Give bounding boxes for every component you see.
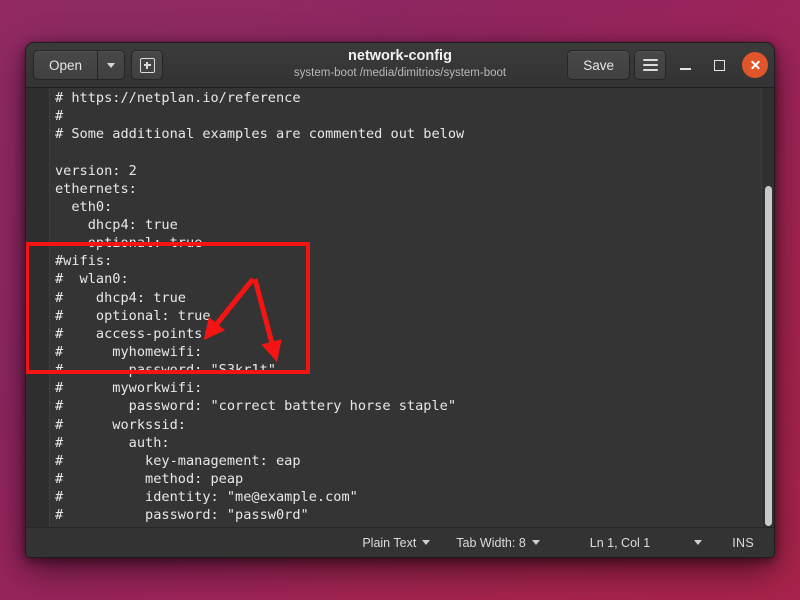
code-line: 10version: 2 [50,162,774,180]
chevron-down-icon [694,540,702,545]
code-line-text: # dhcp4: true [55,289,186,307]
code-line: 8# Some additional examples are commente… [50,125,774,143]
code-line-text: version: 2 [55,162,137,180]
code-line-text: # key-management: eap [55,452,301,470]
code-line-text: eth0: [55,198,112,216]
language-label: Plain Text [362,536,416,550]
close-icon [750,60,761,71]
code-line: 24# workssid: [50,416,774,434]
window-header-bar: Open network-config system-boot /media/d… [26,43,774,88]
vertical-scrollbar[interactable] [761,88,774,527]
tab-width-selector[interactable]: Tab Width: 8 [456,536,539,550]
insert-mode-label: INS [732,536,754,550]
code-line-text: # auth: [55,434,170,452]
code-line-text: # access-points: [55,325,211,343]
code-line-text: # method: peap [55,470,243,488]
code-line-text: #wifis: [55,252,112,270]
code-line: 7# [50,107,774,125]
cursor-position-indicator[interactable]: Ln 1, Col 1 [590,536,650,550]
cursor-position-label: Ln 1, Col 1 [590,536,650,550]
insert-mode-indicator[interactable]: INS [732,536,754,550]
status-bar: Plain Text Tab Width: 8 Ln 1, Col 1 INS [26,527,774,557]
code-line: 13 dhcp4: true [50,216,774,234]
line-number-gutter [26,88,50,527]
code-line-text: dhcp4: true [55,216,178,234]
code-line-text: optional: true [55,234,202,252]
code-line: 26# key-management: eap [50,452,774,470]
desktop-background: Open network-config system-boot /media/d… [0,0,800,600]
window-subtitle: system-boot /media/dimitrios/system-boot [294,66,506,81]
hamburger-menu-icon [643,59,658,70]
code-line-text: # password: "S3kr1t" [55,361,276,379]
code-line: 21# password: "S3kr1t" [50,361,774,379]
minimize-icon [680,68,691,70]
code-line: 14 optional: true [50,234,774,252]
code-line-text: # [55,107,63,125]
code-line: 11ethernets: [50,180,774,198]
tab-width-label: Tab Width: 8 [456,536,525,550]
open-dropdown-button[interactable] [97,50,125,80]
code-line: 17# dhcp4: true [50,289,774,307]
code-line: 22# myworkwifi: [50,379,774,397]
chevron-down-icon [532,540,540,545]
code-line-text: # identity: "me@example.com" [55,488,358,506]
close-button[interactable] [742,52,768,78]
text-editor-window: Open network-config system-boot /media/d… [25,42,775,558]
code-line: 25# auth: [50,434,774,452]
code-text-area[interactable]: 6# https://netplan.io/reference7#8# Some… [50,88,774,527]
code-line: 20# myhomewifi: [50,343,774,361]
hamburger-menu-button[interactable] [634,50,666,80]
code-line: 30# ca-certificate: /etc/my_ca.pem [50,524,774,527]
code-line-text: # password: "passw0rd" [55,506,309,524]
header-right-controls: Save [567,50,768,80]
chevron-down-icon [107,63,115,68]
cursor-position-dropdown[interactable] [694,540,702,545]
code-line: 6# https://netplan.io/reference [50,89,774,107]
code-line-text: # myworkwifi: [55,379,202,397]
code-line-text: # wlan0: [55,270,129,288]
code-line-text: # password: "correct battery horse stapl… [55,397,456,415]
code-line: 28# identity: "me@example.com" [50,488,774,506]
code-line: 15#wifis: [50,252,774,270]
vertical-scrollbar-thumb[interactable] [765,186,772,526]
code-lines-container: 6# https://netplan.io/reference7#8# Some… [50,88,774,527]
code-line-text: # ca-certificate: /etc/my_ca.pem [55,524,391,527]
code-line: 12 eth0: [50,198,774,216]
maximize-button[interactable] [704,50,734,80]
language-selector[interactable]: Plain Text [362,536,430,550]
chevron-down-icon [422,540,430,545]
code-line-text: # https://netplan.io/reference [55,89,301,107]
open-button-group: Open [33,50,125,80]
code-line-text: # optional: true [55,307,211,325]
code-line-text: # Some additional examples are commented… [55,125,464,143]
editor-area: 6# https://netplan.io/reference7#8# Some… [26,88,774,527]
minimize-button[interactable] [670,50,700,80]
code-line: 19# access-points: [50,325,774,343]
new-document-button[interactable] [131,50,163,80]
code-line: 27# method: peap [50,470,774,488]
code-line-text: ethernets: [55,180,137,198]
code-line: 23# password: "correct battery horse sta… [50,397,774,415]
code-line-text: # workssid: [55,416,186,434]
maximize-icon [714,60,725,71]
new-document-icon [140,58,155,73]
open-button[interactable]: Open [33,50,97,80]
code-line: 29# password: "passw0rd" [50,506,774,524]
save-button[interactable]: Save [567,50,630,80]
code-line-text: # myhomewifi: [55,343,202,361]
header-left-controls: Open [33,50,163,80]
page-title: network-config [348,49,452,65]
code-line: 9 [50,143,774,161]
code-line: 16# wlan0: [50,270,774,288]
code-line: 18# optional: true [50,307,774,325]
